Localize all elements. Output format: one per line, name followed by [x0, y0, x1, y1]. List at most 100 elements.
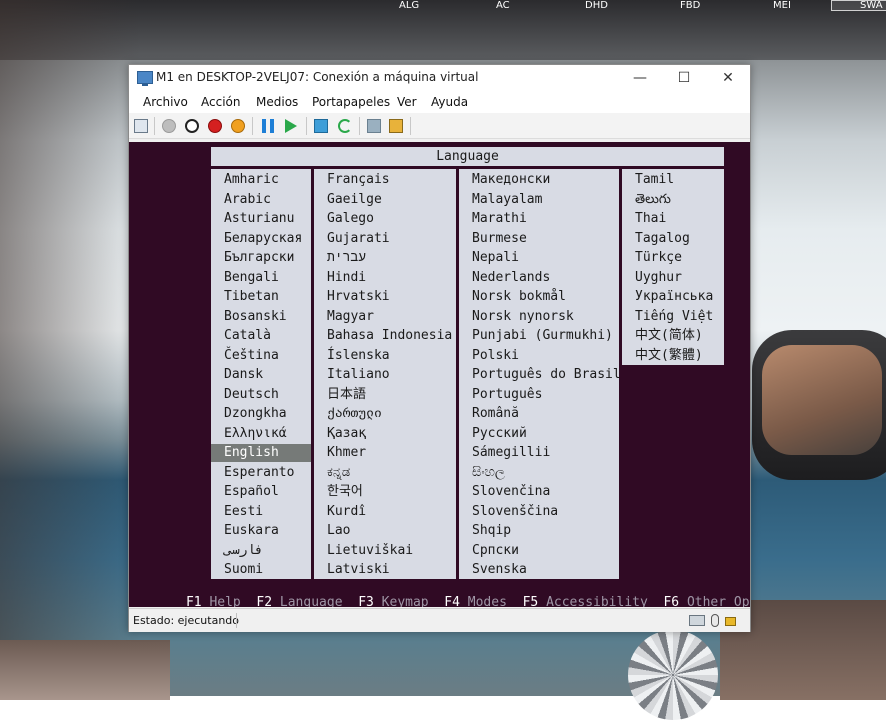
language-option[interactable]: Français: [327, 171, 390, 189]
language-option[interactable]: Punjabi (Gurmukhi): [472, 327, 613, 345]
save-icon[interactable]: [231, 119, 245, 133]
language-option[interactable]: Română: [472, 405, 519, 423]
language-option[interactable]: Svenska: [472, 561, 527, 579]
taskbar-item-dhd[interactable]: DHD: [585, 0, 608, 11]
language-option[interactable]: Kurdî: [327, 503, 366, 521]
language-option[interactable]: Tamil: [635, 171, 674, 189]
fkey-keymap[interactable]: F3 Keymap: [358, 595, 428, 607]
language-option[interactable]: Euskara: [224, 522, 279, 540]
language-option[interactable]: Tagalog: [635, 230, 690, 248]
language-option[interactable]: Македонски: [472, 171, 550, 189]
close-button[interactable]: ✕: [706, 65, 750, 91]
checkpoint-icon[interactable]: [314, 119, 328, 133]
language-option[interactable]: Gaeilge: [327, 191, 382, 209]
fkey-other-options[interactable]: F6 Other Options: [663, 595, 750, 607]
language-option[interactable]: Íslenska: [327, 347, 390, 365]
language-option[interactable]: Català: [224, 327, 271, 345]
language-option[interactable]: Tibetan: [224, 288, 279, 306]
language-option[interactable]: 中文(繁體): [635, 347, 703, 365]
menu-archivo[interactable]: Archivo: [143, 95, 188, 109]
language-option[interactable]: Asturianu: [224, 210, 294, 228]
language-option[interactable]: සිංහල: [472, 464, 505, 482]
language-option[interactable]: Khmer: [327, 444, 366, 462]
language-option[interactable]: Dansk: [224, 366, 263, 384]
language-option[interactable]: Uyghur: [635, 269, 682, 287]
language-option[interactable]: Português do Brasil: [472, 366, 621, 384]
menu-ayuda[interactable]: Ayuda: [431, 95, 468, 109]
language-option[interactable]: ქართული: [327, 405, 382, 423]
vm-screen[interactable]: Language Amharic Arabic Asturianu Беларуска…: [129, 142, 750, 607]
menu-accion[interactable]: Acción: [201, 95, 240, 109]
language-option[interactable]: Malayalam: [472, 191, 542, 209]
language-option[interactable]: Galego: [327, 210, 374, 228]
revert-icon[interactable]: [338, 119, 352, 133]
language-option[interactable]: Bahasa Indonesia: [327, 327, 452, 345]
language-option-selected[interactable]: English: [211, 444, 311, 462]
language-option[interactable]: Eesti: [224, 503, 263, 521]
resume-icon[interactable]: [285, 119, 297, 133]
language-option[interactable]: Српски: [472, 542, 519, 560]
language-option[interactable]: Marathi: [472, 210, 527, 228]
language-option[interactable]: Shqip: [472, 522, 511, 540]
taskbar-item-fbd[interactable]: FBD: [680, 0, 700, 11]
language-option[interactable]: 中文(简体): [635, 327, 703, 345]
language-option[interactable]: Қазақ: [327, 425, 366, 443]
language-option[interactable]: Gujarati: [327, 230, 390, 248]
language-option[interactable]: Беларуская: [224, 230, 302, 248]
language-option[interactable]: Español: [224, 483, 279, 501]
title-bar[interactable]: M1 en DESKTOP-2VELJ07: Conexión a máquin…: [129, 65, 750, 91]
language-option[interactable]: Português: [472, 386, 542, 404]
language-option[interactable]: Amharic: [224, 171, 279, 189]
language-option[interactable]: Bengali: [224, 269, 279, 287]
language-option[interactable]: Tiếng Việt: [635, 308, 713, 326]
language-option[interactable]: Lietuviškai: [327, 542, 413, 560]
language-option[interactable]: Bosanski: [224, 308, 287, 326]
language-option[interactable]: Русский: [472, 425, 527, 443]
language-option[interactable]: Latviski: [327, 561, 390, 579]
language-option[interactable]: Български: [224, 249, 294, 267]
language-option[interactable]: Lao: [327, 522, 350, 540]
shutdown-icon[interactable]: [208, 119, 222, 133]
language-option[interactable]: Norsk nynorsk: [472, 308, 574, 326]
language-option[interactable]: ಕನ್ನಡ: [327, 464, 350, 482]
language-option[interactable]: Deutsch: [224, 386, 279, 404]
language-option[interactable]: Esperanto: [224, 464, 294, 482]
language-option[interactable]: Suomi: [224, 561, 263, 579]
language-option[interactable]: Magyar: [327, 308, 374, 326]
language-option[interactable]: తెలుగు: [635, 191, 671, 209]
fkey-modes[interactable]: F4 Modes: [444, 595, 507, 607]
taskbar-item-mei[interactable]: MEI: [773, 0, 791, 11]
menu-medios[interactable]: Medios: [256, 95, 298, 109]
language-option[interactable]: Nepali: [472, 249, 519, 267]
language-option[interactable]: Čeština: [224, 347, 279, 365]
fkey-language[interactable]: F2 Language: [256, 595, 342, 607]
minimize-button[interactable]: —: [618, 65, 662, 91]
language-option[interactable]: 日本語: [327, 386, 366, 404]
share-icon[interactable]: [389, 119, 403, 133]
language-option[interactable]: Slovenčina: [472, 483, 550, 501]
taskbar-item-alg[interactable]: ALG: [399, 0, 419, 11]
menu-ver[interactable]: Ver: [397, 95, 417, 109]
language-option[interactable]: Thai: [635, 210, 666, 228]
language-option[interactable]: Sámegillii: [472, 444, 550, 462]
taskbar-item-ac[interactable]: AC: [496, 0, 510, 11]
language-option[interactable]: Türkçe: [635, 249, 682, 267]
menu-portapapeles[interactable]: Portapapeles: [312, 95, 390, 109]
fkey-accessibility[interactable]: F5 Accessibility: [523, 595, 648, 607]
language-option[interactable]: Hindi: [327, 269, 366, 287]
language-option[interactable]: Polski: [472, 347, 519, 365]
maximize-button[interactable]: ☐: [662, 65, 706, 91]
start-icon[interactable]: [162, 119, 176, 133]
language-option[interactable]: فارسی: [224, 542, 263, 560]
language-option[interactable]: Hrvatski: [327, 288, 390, 306]
language-option[interactable]: Українська: [635, 288, 713, 306]
language-option[interactable]: Slovenščina: [472, 503, 558, 521]
ctrl-alt-del-icon[interactable]: [134, 119, 148, 133]
language-option[interactable]: Ελληνικά: [224, 425, 287, 443]
pause-icon[interactable]: [262, 119, 274, 133]
taskbar-item-swa[interactable]: SWA: [831, 0, 886, 11]
fkey-help[interactable]: F1 Help: [186, 595, 241, 607]
language-option[interactable]: Nederlands: [472, 269, 550, 287]
language-option[interactable]: Dzongkha: [224, 405, 287, 423]
language-option[interactable]: Burmese: [472, 230, 527, 248]
